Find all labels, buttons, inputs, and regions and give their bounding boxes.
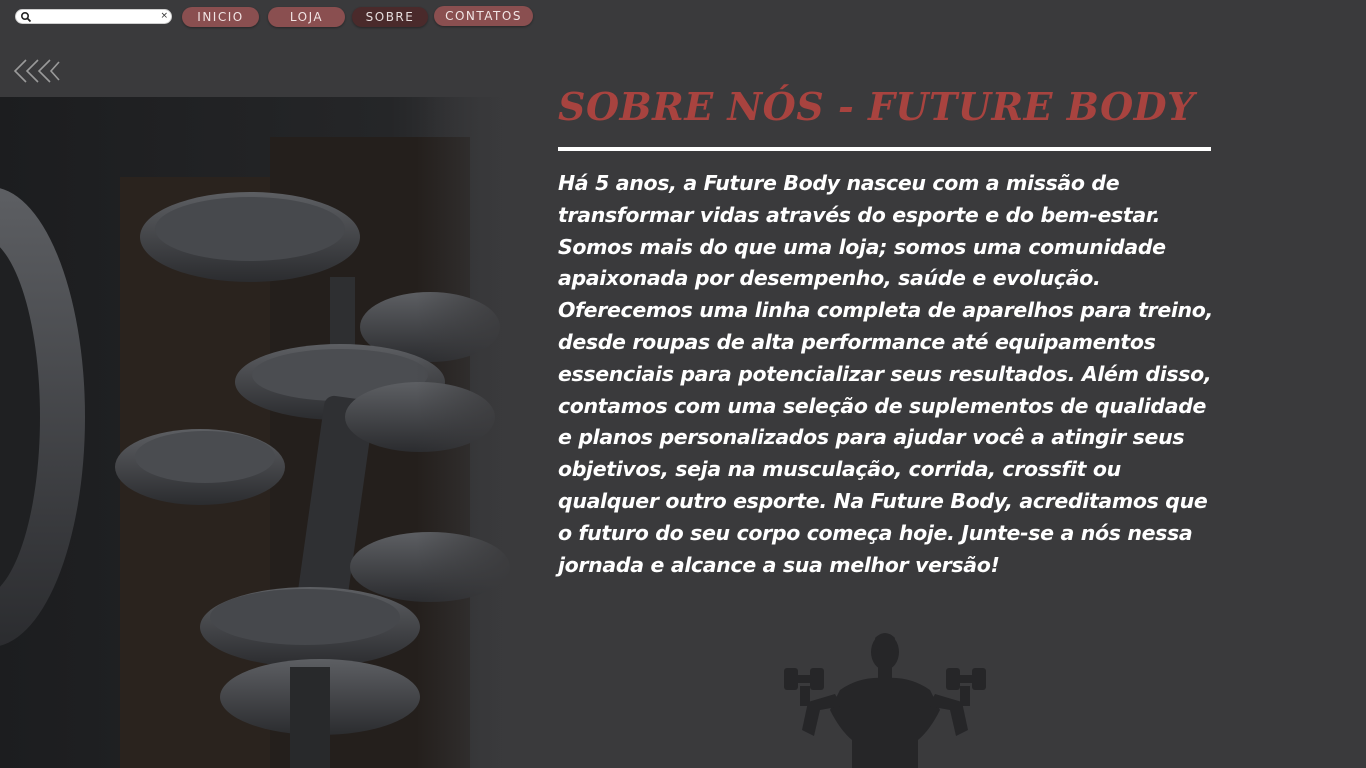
- about-paragraph: Há 5 anos, a Future Body nasceu com a mi…: [558, 171, 1213, 577]
- nav-button-contatos[interactable]: CONTATOS: [434, 6, 533, 26]
- dumbbell-photo: [0, 97, 520, 768]
- dumbbell-woman-silhouette-icon: [784, 633, 986, 768]
- nav-button-sobre[interactable]: SOBRE: [352, 7, 428, 27]
- back-chevrons-icon[interactable]: [12, 57, 60, 87]
- search-icon: [20, 11, 32, 23]
- nav-button-loja[interactable]: LOJA: [268, 7, 345, 27]
- nav-button-inicio[interactable]: INICIO: [182, 7, 259, 27]
- page-title: SOBRE NÓS - FUTURE BODY: [558, 84, 1195, 129]
- search-box[interactable]: ×: [15, 9, 172, 24]
- title-divider: [558, 147, 1211, 151]
- search-input[interactable]: [34, 10, 158, 23]
- clear-search-icon[interactable]: ×: [160, 10, 168, 23]
